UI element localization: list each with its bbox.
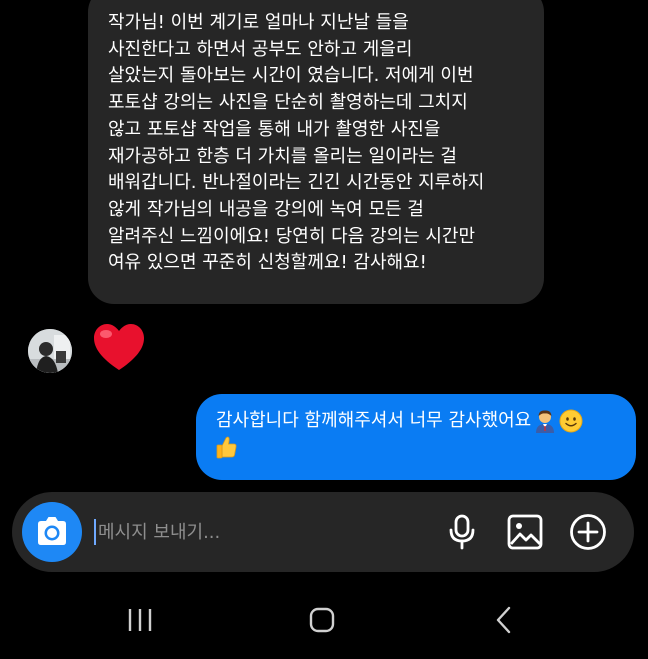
back-chevron-icon (494, 606, 514, 634)
microphone-button[interactable] (442, 512, 482, 552)
received-message-line: 여유 있으면 꾸준히 신청할께요! 감사해요! (108, 252, 427, 274)
recent-apps-icon (126, 607, 154, 633)
image-icon (507, 514, 543, 550)
home-icon (308, 606, 336, 634)
received-message-line: 않게 작가님의 내공을 강의에 녹여 모든 걸 (108, 198, 424, 220)
add-button[interactable] (568, 512, 608, 552)
received-message-line: 포토샵 강의는 사진을 단순히 촬영하는데 그치지 (108, 92, 468, 114)
message-composer (12, 492, 634, 572)
sent-message-text: 감사합니다 함께해주셔서 너무 감사했어요 (216, 410, 532, 431)
recent-apps-button[interactable] (120, 600, 160, 640)
heart-reaction-icon[interactable] (92, 322, 146, 376)
camera-button[interactable] (22, 502, 82, 562)
received-message-line: 사진한다고 하면서 공부도 안하고 게을리 (108, 38, 413, 60)
back-button[interactable] (484, 600, 524, 640)
received-message-line: 살았는지 돌아보는 시간이 였습니다. 저에게 이번 (108, 65, 474, 87)
received-message-line: 배워갑니다. 반나절이라는 긴긴 시간동안 지루하지 (108, 172, 485, 194)
received-message-line: 알려주신 느낌이에요! 당연히 다음 강의는 시간만 (108, 225, 476, 247)
smiling-face-emoji-icon (559, 409, 583, 433)
office-worker-emoji-icon (533, 409, 557, 433)
message-input[interactable] (98, 521, 398, 543)
received-message-line: 재가공하고 한층 더 가치를 올리는 일이라는 걸 (108, 145, 457, 167)
received-message-line: 않고 포토샵 작업을 통해 내가 촬영한 사진을 (108, 118, 441, 140)
received-message-line: 작가님! 이번 계기로 얼마나 지난날 들을 (108, 12, 409, 33)
text-caret (94, 519, 96, 545)
sent-message-bubble[interactable]: 감사합니다 함께해주셔서 너무 감사했어요 (196, 394, 636, 480)
microphone-icon (448, 514, 476, 550)
gallery-button[interactable] (505, 512, 545, 552)
plus-circle-icon (569, 513, 607, 551)
avatar[interactable] (28, 329, 72, 373)
received-message-bubble[interactable]: 작가님! 이번 계기로 얼마나 지난날 들을 사진한다고 하면서 공부도 안하고… (88, 0, 544, 304)
home-button[interactable] (302, 600, 342, 640)
thumbs-up-emoji-icon (216, 435, 238, 459)
camera-icon (34, 516, 70, 548)
